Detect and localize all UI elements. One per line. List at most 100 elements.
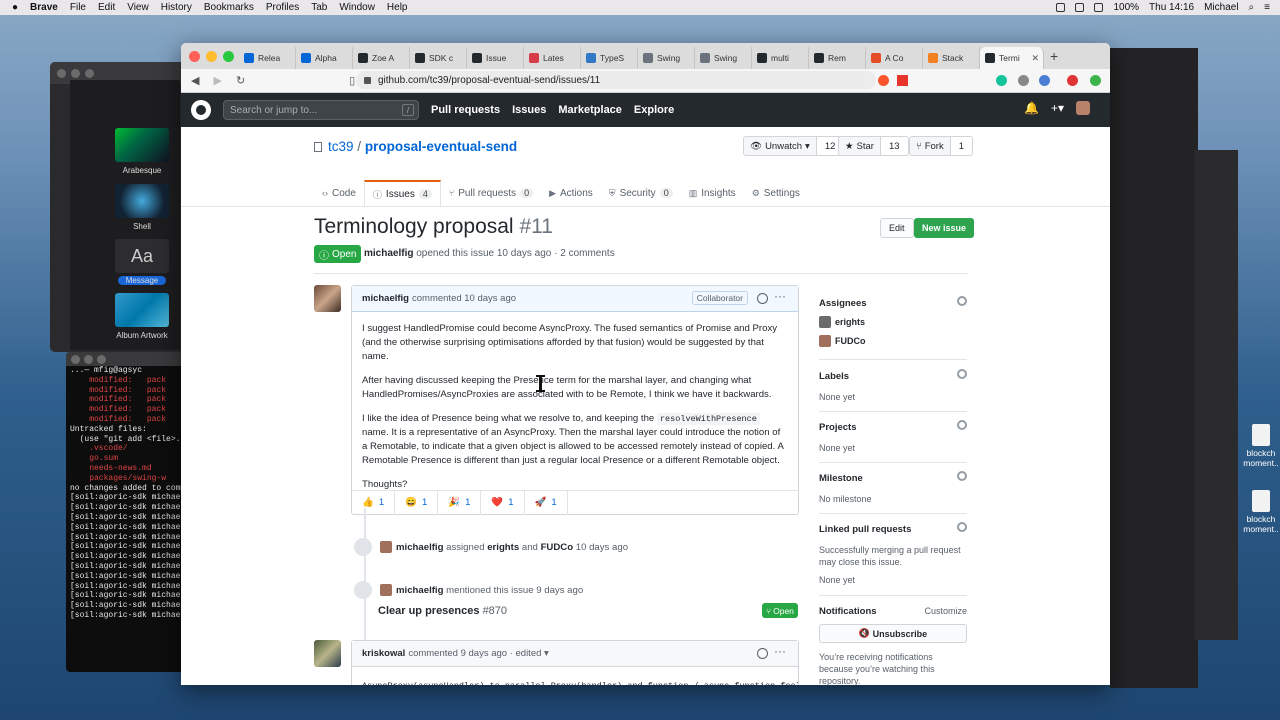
thumb-album-artwork[interactable]: [115, 293, 169, 327]
browser-tab[interactable]: Lates: [524, 47, 581, 69]
menu-edit[interactable]: Edit: [98, 2, 115, 13]
browser-tab[interactable]: Relea: [239, 47, 296, 69]
brave-shield-icon[interactable]: [878, 75, 889, 86]
event-actor-link[interactable]: michaelfig: [396, 585, 443, 596]
event-actor-link[interactable]: michaelfig: [396, 542, 443, 553]
avatar[interactable]: [380, 541, 392, 553]
zoom-window-button[interactable]: [223, 50, 234, 62]
issue-author-link[interactable]: michaelfig: [364, 248, 413, 259]
wifi-icon[interactable]: [1094, 3, 1104, 12]
thumb-shell[interactable]: [115, 184, 169, 218]
gear-icon[interactable]: [957, 522, 967, 532]
gear-icon[interactable]: [957, 471, 967, 481]
assignee-link[interactable]: FUDCo: [541, 542, 574, 553]
desktop-file[interactable]: blockch moment..: [1243, 424, 1279, 468]
menu-list-icon[interactable]: ≡: [1264, 2, 1270, 13]
close-window-button[interactable]: [189, 50, 200, 62]
extension-icon[interactable]: [1018, 75, 1029, 86]
minimize-window-button[interactable]: [206, 50, 217, 62]
search-icon[interactable]: ⌕: [1249, 2, 1255, 13]
menu-window[interactable]: Window: [339, 2, 375, 13]
browser-tab[interactable]: Issue: [467, 47, 524, 69]
browser-tab[interactable]: Swing: [638, 47, 695, 69]
star-count[interactable]: 13: [880, 136, 909, 156]
unsubscribe-button[interactable]: 🔇 Unsubscribe: [819, 624, 967, 643]
browser-tab[interactable]: Swing: [695, 47, 752, 69]
reaction-button[interactable]: 🎉 1: [438, 490, 482, 515]
repo-name-link[interactable]: proposal-eventual-send: [365, 139, 517, 154]
comment-meta[interactable]: commented 9 days ago · edited ▾: [408, 648, 549, 659]
reaction-button[interactable]: ❤️ 1: [481, 490, 525, 515]
nav-pull-requests[interactable]: Pull requests: [431, 104, 500, 116]
event-time[interactable]: 10 days ago: [576, 542, 628, 553]
referenced-pr-link[interactable]: Clear up presences #870: [378, 605, 507, 617]
edit-button[interactable]: Edit: [880, 218, 914, 238]
comment-author-link[interactable]: kriskowal: [362, 648, 405, 659]
tab-issues[interactable]: ⓘ Issues 4: [363, 180, 441, 206]
gear-icon[interactable]: [957, 296, 967, 306]
thumb-message[interactable]: Aa: [115, 239, 169, 273]
bell-icon[interactable]: 🔔: [1024, 101, 1039, 115]
labels-heading[interactable]: Labels: [819, 369, 967, 382]
back-icon[interactable]: ◀: [191, 74, 199, 87]
github-logo-icon[interactable]: [191, 100, 211, 120]
milestone-heading[interactable]: Milestone: [819, 471, 967, 484]
clock[interactable]: Thu 14:16: [1149, 2, 1194, 13]
browser-tab[interactable]: Alpha: [296, 47, 353, 69]
add-reaction-icon[interactable]: [757, 648, 768, 659]
projects-heading[interactable]: Projects: [819, 420, 967, 433]
terminal-window[interactable]: ...— mfig@agsyc modified: pack modified:…: [66, 352, 186, 672]
extension-icon[interactable]: [1067, 75, 1078, 86]
tab-settings[interactable]: ⚙ Settings: [744, 180, 808, 206]
repo-owner-link[interactable]: tc39: [328, 139, 354, 154]
browser-tab[interactable]: Rem: [809, 47, 866, 69]
avatar[interactable]: [380, 584, 392, 596]
browser-tab[interactable]: TypeS: [581, 47, 638, 69]
brave-rewards-icon[interactable]: [897, 75, 908, 86]
avatar[interactable]: [314, 640, 341, 667]
comment-author-link[interactable]: michaelfig: [362, 293, 409, 304]
menu-view[interactable]: View: [127, 2, 149, 13]
unwatch-button[interactable]: 👁 Unwatch ▾: [743, 136, 817, 156]
apple-icon[interactable]: ●: [12, 2, 18, 13]
extension-icon[interactable]: [1039, 75, 1050, 86]
thumb-arabesque[interactable]: [115, 128, 169, 162]
menu-bookmarks[interactable]: Bookmarks: [204, 2, 254, 13]
menu-file[interactable]: File: [70, 2, 86, 13]
browser-tab[interactable]: A Co: [866, 47, 923, 69]
gear-icon[interactable]: [957, 369, 967, 379]
menu-app-name[interactable]: Brave: [30, 2, 58, 13]
more-options-icon[interactable]: ···: [774, 289, 786, 303]
reaction-button[interactable]: 🚀 1: [525, 490, 568, 515]
desktop-file[interactable]: blockch moment..: [1243, 490, 1279, 534]
address-bar[interactable]: github.com/tc39/proposal-eventual-send/i…: [356, 71, 876, 89]
reload-icon[interactable]: ↻: [236, 74, 245, 87]
assignee-link[interactable]: erights: [487, 542, 519, 553]
battery-percent[interactable]: 100%: [1113, 2, 1139, 13]
add-reaction-icon[interactable]: [757, 293, 768, 304]
gear-icon[interactable]: [957, 420, 967, 430]
browser-tab[interactable]: multi: [752, 47, 809, 69]
close-tab-icon[interactable]: ✕: [1031, 53, 1039, 64]
assignees-heading[interactable]: Assignees: [819, 296, 967, 309]
tab-code[interactable]: ‹› Code: [314, 180, 364, 206]
tab-actions[interactable]: ▶ Actions: [541, 180, 601, 206]
new-tab-button[interactable]: +: [1050, 48, 1058, 64]
tab-security[interactable]: ⛨ Security 0: [601, 180, 681, 206]
status-icon[interactable]: [1056, 3, 1066, 12]
star-button[interactable]: ★ Star: [838, 136, 881, 156]
nav-marketplace[interactable]: Marketplace: [558, 104, 622, 116]
more-options-icon[interactable]: ···: [774, 644, 786, 658]
forward-icon[interactable]: ▶: [213, 74, 221, 87]
browser-tab[interactable]: Termi ✕: [980, 47, 1044, 69]
user-avatar-menu[interactable]: [1076, 101, 1090, 115]
extension-icon[interactable]: [996, 75, 1007, 86]
tab-pull-requests[interactable]: ⑂ Pull requests 0: [441, 180, 541, 206]
reaction-button[interactable]: 😄 1: [395, 490, 439, 515]
status-icon[interactable]: [1075, 3, 1085, 12]
menu-help[interactable]: Help: [387, 2, 408, 13]
reaction-button[interactable]: 👍 1: [352, 490, 396, 515]
nav-explore[interactable]: Explore: [634, 104, 674, 116]
browser-tab[interactable]: Stack: [923, 47, 980, 69]
menu-profiles[interactable]: Profiles: [266, 2, 299, 13]
